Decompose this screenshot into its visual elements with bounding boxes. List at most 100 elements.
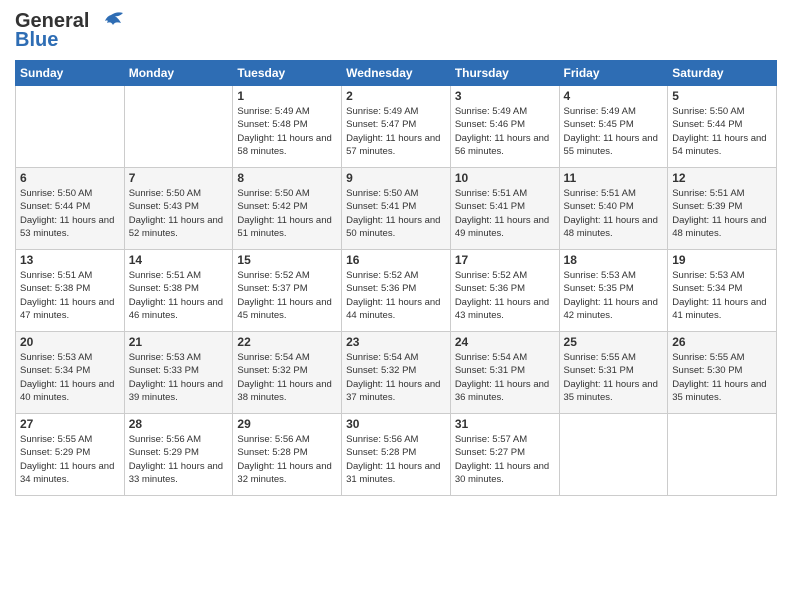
day-number: 28 — [129, 417, 229, 431]
day-number: 5 — [672, 89, 772, 103]
day-number: 11 — [564, 171, 664, 185]
day-number: 2 — [346, 89, 446, 103]
day-header-tuesday: Tuesday — [233, 61, 342, 86]
calendar-cell: 24 Sunrise: 5:54 AMSunset: 5:31 PMDayligh… — [450, 332, 559, 414]
logo-bird-icon — [97, 11, 125, 33]
day-number: 18 — [564, 253, 664, 267]
calendar-cell: 8 Sunrise: 5:50 AMSunset: 5:42 PMDaylight… — [233, 168, 342, 250]
calendar-cell: 12 Sunrise: 5:51 AMSunset: 5:39 PMDayligh… — [668, 168, 777, 250]
calendar-cell: 21 Sunrise: 5:53 AMSunset: 5:33 PMDayligh… — [124, 332, 233, 414]
days-header-row: SundayMondayTuesdayWednesdayThursdayFrid… — [16, 61, 777, 86]
calendar-table: SundayMondayTuesdayWednesdayThursdayFrid… — [15, 60, 777, 496]
calendar-cell: 3 Sunrise: 5:49 AMSunset: 5:46 PMDaylight… — [450, 86, 559, 168]
calendar-cell: 20 Sunrise: 5:53 AMSunset: 5:34 PMDayligh… — [16, 332, 125, 414]
day-info: Sunrise: 5:50 AMSunset: 5:42 PMDaylight:… — [237, 187, 337, 240]
day-info: Sunrise: 5:50 AMSunset: 5:41 PMDaylight:… — [346, 187, 446, 240]
calendar-cell — [124, 86, 233, 168]
week-row-3: 13 Sunrise: 5:51 AMSunset: 5:38 PMDayligh… — [16, 250, 777, 332]
calendar-cell: 26Sunrise: 5:55 AMSunset: 5:30 PMDayligh… — [668, 332, 777, 414]
day-number: 17 — [455, 253, 555, 267]
day-info: Sunrise: 5:53 AMSunset: 5:33 PMDaylight:… — [129, 351, 229, 404]
calendar-cell: 16 Sunrise: 5:52 AMSunset: 5:36 PMDayligh… — [342, 250, 451, 332]
day-info: Sunrise: 5:52 AMSunset: 5:36 PMDaylight:… — [455, 269, 555, 322]
day-number: 30 — [346, 417, 446, 431]
calendar-cell: 5 Sunrise: 5:50 AMSunset: 5:44 PMDaylight… — [668, 86, 777, 168]
day-number: 13 — [20, 253, 120, 267]
day-info: Sunrise: 5:51 AMSunset: 5:38 PMDaylight:… — [129, 269, 229, 322]
day-info: Sunrise: 5:49 AMSunset: 5:47 PMDaylight:… — [346, 105, 446, 158]
day-info: Sunrise: 5:57 AMSunset: 5:27 PMDaylight:… — [455, 433, 555, 486]
day-number: 22 — [237, 335, 337, 349]
day-info: Sunrise: 5:50 AMSunset: 5:44 PMDaylight:… — [20, 187, 120, 240]
day-header-friday: Friday — [559, 61, 668, 86]
day-info: Sunrise: 5:56 AMSunset: 5:28 PMDaylight:… — [237, 433, 337, 486]
week-row-1: 1 Sunrise: 5:49 AMSunset: 5:48 PMDaylight… — [16, 86, 777, 168]
day-number: 27 — [20, 417, 120, 431]
header: General Blue — [15, 10, 777, 52]
page: General Blue SundayMondayTuesdayWednesda… — [0, 0, 792, 612]
day-number: 10 — [455, 171, 555, 185]
day-number: 4 — [564, 89, 664, 103]
day-number: 21 — [129, 335, 229, 349]
day-info: Sunrise: 5:50 AMSunset: 5:44 PMDaylight:… — [672, 105, 772, 158]
day-header-sunday: Sunday — [16, 61, 125, 86]
calendar-cell — [668, 414, 777, 496]
day-info: Sunrise: 5:51 AMSunset: 5:39 PMDaylight:… — [672, 187, 772, 240]
day-number: 14 — [129, 253, 229, 267]
calendar-cell: 28 Sunrise: 5:56 AMSunset: 5:29 PMDayligh… — [124, 414, 233, 496]
day-number: 3 — [455, 89, 555, 103]
day-info: Sunrise: 5:51 AMSunset: 5:38 PMDaylight:… — [20, 269, 120, 322]
day-number: 9 — [346, 171, 446, 185]
day-info: Sunrise: 5:55 AMSunset: 5:31 PMDaylight:… — [564, 351, 664, 404]
day-number: 1 — [237, 89, 337, 103]
day-number: 19 — [672, 253, 772, 267]
day-number: 15 — [237, 253, 337, 267]
day-header-thursday: Thursday — [450, 61, 559, 86]
day-info: Sunrise: 5:54 AMSunset: 5:31 PMDaylight:… — [455, 351, 555, 404]
day-info: Sunrise: 5:53 AMSunset: 5:35 PMDaylight:… — [564, 269, 664, 322]
calendar-cell: 18 Sunrise: 5:53 AMSunset: 5:35 PMDayligh… — [559, 250, 668, 332]
day-info: Sunrise: 5:52 AMSunset: 5:37 PMDaylight:… — [237, 269, 337, 322]
day-info: Sunrise: 5:53 AMSunset: 5:34 PMDaylight:… — [20, 351, 120, 404]
day-info: Sunrise: 5:53 AMSunset: 5:34 PMDaylight:… — [672, 269, 772, 322]
day-info: Sunrise: 5:54 AMSunset: 5:32 PMDaylight:… — [346, 351, 446, 404]
calendar-cell: 15 Sunrise: 5:52 AMSunset: 5:37 PMDayligh… — [233, 250, 342, 332]
week-row-4: 20 Sunrise: 5:53 AMSunset: 5:34 PMDayligh… — [16, 332, 777, 414]
calendar-cell: 14 Sunrise: 5:51 AMSunset: 5:38 PMDayligh… — [124, 250, 233, 332]
day-info: Sunrise: 5:49 AMSunset: 5:45 PMDaylight:… — [564, 105, 664, 158]
day-number: 25 — [564, 335, 664, 349]
calendar-cell: 19 Sunrise: 5:53 AMSunset: 5:34 PMDayligh… — [668, 250, 777, 332]
calendar-cell: 31Sunrise: 5:57 AMSunset: 5:27 PMDayligh… — [450, 414, 559, 496]
day-info: Sunrise: 5:52 AMSunset: 5:36 PMDaylight:… — [346, 269, 446, 322]
calendar-cell: 29 Sunrise: 5:56 AMSunset: 5:28 PMDayligh… — [233, 414, 342, 496]
day-number: 24 — [455, 335, 555, 349]
calendar-cell: 27 Sunrise: 5:55 AMSunset: 5:29 PMDayligh… — [16, 414, 125, 496]
day-number: 8 — [237, 171, 337, 185]
day-header-wednesday: Wednesday — [342, 61, 451, 86]
calendar-cell: 17 Sunrise: 5:52 AMSunset: 5:36 PMDayligh… — [450, 250, 559, 332]
day-info: Sunrise: 5:49 AMSunset: 5:48 PMDaylight:… — [237, 105, 337, 158]
calendar-cell: 7Sunrise: 5:50 AMSunset: 5:43 PMDaylight… — [124, 168, 233, 250]
calendar-cell: 25 Sunrise: 5:55 AMSunset: 5:31 PMDayligh… — [559, 332, 668, 414]
day-info: Sunrise: 5:51 AMSunset: 5:41 PMDaylight:… — [455, 187, 555, 240]
calendar-cell: 9 Sunrise: 5:50 AMSunset: 5:41 PMDaylight… — [342, 168, 451, 250]
day-header-monday: Monday — [124, 61, 233, 86]
logo-blue: Blue — [15, 29, 58, 52]
calendar-cell — [16, 86, 125, 168]
calendar-cell: 23Sunrise: 5:54 AMSunset: 5:32 PMDayligh… — [342, 332, 451, 414]
day-number: 12 — [672, 171, 772, 185]
logo: General Blue — [15, 10, 125, 52]
day-info: Sunrise: 5:54 AMSunset: 5:32 PMDaylight:… — [237, 351, 337, 404]
day-info: Sunrise: 5:50 AMSunset: 5:43 PMDaylight:… — [129, 187, 229, 240]
day-info: Sunrise: 5:56 AMSunset: 5:29 PMDaylight:… — [129, 433, 229, 486]
day-info: Sunrise: 5:55 AMSunset: 5:29 PMDaylight:… — [20, 433, 120, 486]
day-number: 20 — [20, 335, 120, 349]
day-info: Sunrise: 5:49 AMSunset: 5:46 PMDaylight:… — [455, 105, 555, 158]
day-number: 29 — [237, 417, 337, 431]
day-header-saturday: Saturday — [668, 61, 777, 86]
week-row-2: 6Sunrise: 5:50 AMSunset: 5:44 PMDaylight… — [16, 168, 777, 250]
day-number: 16 — [346, 253, 446, 267]
day-info: Sunrise: 5:51 AMSunset: 5:40 PMDaylight:… — [564, 187, 664, 240]
day-info: Sunrise: 5:56 AMSunset: 5:28 PMDaylight:… — [346, 433, 446, 486]
calendar-cell: 2 Sunrise: 5:49 AMSunset: 5:47 PMDaylight… — [342, 86, 451, 168]
